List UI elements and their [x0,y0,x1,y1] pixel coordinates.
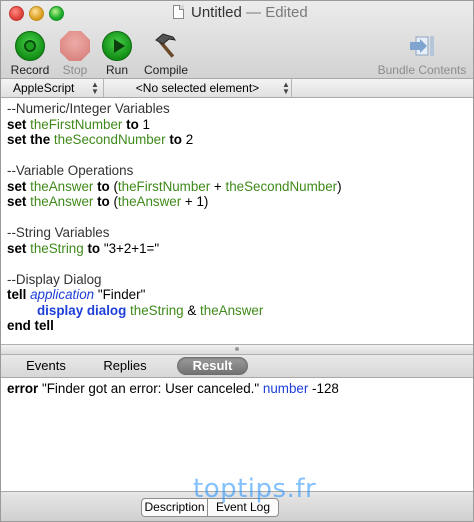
zoom-window-button[interactable] [49,6,64,21]
edited-status: — Edited [246,4,308,21]
value: "3+2+1=" [103,241,160,256]
keyword: set [7,117,27,132]
hammer-icon [151,31,181,61]
code-comment: --Numeric/Integer Variables [7,101,170,116]
variable: theAnswer [200,303,264,318]
code-line: set theAnswer to (theAnswer + 1) [7,194,209,209]
run-button[interactable]: Run [89,28,145,78]
code-line: set theString to "3+2+1=" [7,241,159,257]
keyword: set [7,179,27,194]
variable: theSecondNumber [53,132,166,147]
keyword: set [7,132,27,147]
variable: theAnswer [30,194,94,209]
bundle-contents-button[interactable]: Bundle Contents [373,28,471,78]
language-popup[interactable]: AppleScript ▲ ▼ [1,79,104,97]
close-window-button[interactable] [9,6,24,21]
splitter-handle-icon [235,347,239,351]
script-editor-window: Untitled — Edited Record Stop Run Compil… [0,0,474,522]
value: 1 [142,117,150,132]
document-icon [173,5,184,19]
keyword: number [262,381,309,396]
tab-replies[interactable]: Replies [95,357,155,375]
tab-result[interactable]: Result [177,357,248,375]
variable: theString [30,241,84,256]
code-line: set theFirstNumber to 1 [7,117,150,133]
code-comment: --Variable Operations [7,163,134,178]
variable: theAnswer [117,194,182,209]
keyword: error [7,381,39,396]
keyword: set [7,241,27,256]
class-name: application [30,287,95,302]
code-line: end tell [7,318,54,333]
language-label: AppleScript [13,81,75,95]
compile-label: Compile [143,63,188,77]
navigation-bar: AppleScript ▲ ▼ <No selected element> ▲ ▼ [1,79,473,98]
keyword: to [169,132,182,147]
keyword: to [126,117,139,132]
code-comment: --Display Dialog [7,272,102,287]
code-line: set theAnswer to (theFirstNumber + theSe… [7,179,342,194]
variable: theFirstNumber [30,117,123,132]
bundle-contents-icon [407,31,437,61]
variable: theFirstNumber [117,179,211,194]
document-title: Untitled [191,4,242,21]
minimize-window-button[interactable] [29,6,44,21]
result-tabs: Events Replies Result [1,355,473,378]
element-label: <No selected element> [135,81,260,95]
window-title: Untitled — Edited [191,4,308,21]
keyword: tell [7,287,27,302]
keyword: to [97,194,110,209]
value: "Finder" [97,287,146,302]
script-editor[interactable]: --Numeric/Integer Variables set theFirst… [1,98,473,344]
keyword: to [97,179,110,194]
tab-events[interactable]: Events [17,357,75,375]
compile-button[interactable]: Compile [138,28,194,78]
record-icon [15,31,45,61]
error-number: -128 [312,381,339,396]
run-icon [102,31,132,61]
code-line: tell application "Finder" [7,287,145,303]
keyword: set [7,194,27,209]
element-popup[interactable]: <No selected element> ▲ ▼ [104,79,292,97]
code-line: display dialog theString & theAnswer [37,303,263,319]
updown-arrows-icon: ▲ ▼ [91,80,99,96]
stop-icon [60,31,90,61]
updown-arrows-icon: ▲ ▼ [282,80,290,96]
error-message: "Finder got an error: User canceled." [42,381,260,396]
expression: + 1) [184,194,209,209]
command: display dialog [37,303,127,318]
code-line: set the theSecondNumber to 2 [7,132,193,148]
pane-splitter[interactable] [1,344,473,355]
variable: theAnswer [30,179,94,194]
code-comment: --String Variables [7,225,110,240]
value: 2 [185,132,194,147]
operator: & [187,303,197,318]
result-line: error "Finder got an error: User cancele… [7,381,339,397]
title-toolbar: Untitled — Edited Record Stop Run Compil… [1,1,473,79]
run-label: Run [105,63,128,77]
watermark: toptips.fr [193,474,317,504]
keyword: to [87,241,101,256]
variable: theString [130,303,184,318]
bundle-contents-label: Bundle Contents [377,63,467,77]
variable: theSecondNumber [225,179,338,194]
keyword: the [30,132,51,147]
